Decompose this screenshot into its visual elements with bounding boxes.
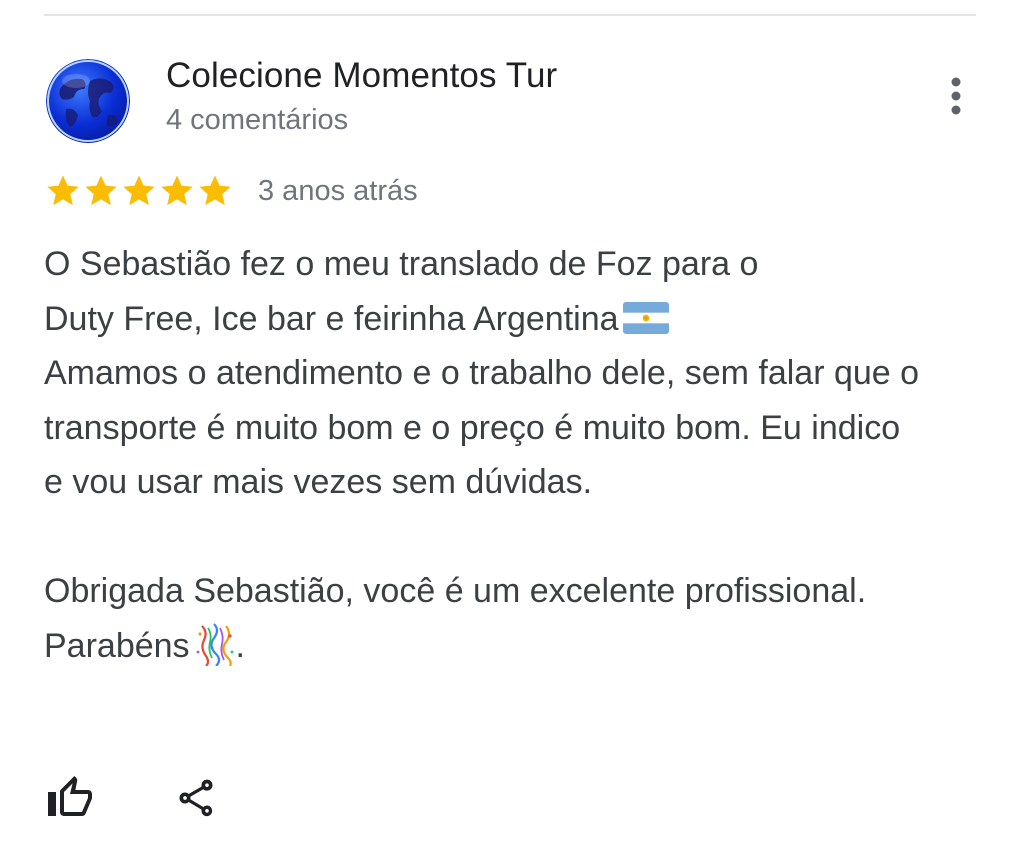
- more-vert-icon: [951, 77, 961, 115]
- star-rating: [44, 172, 234, 210]
- author-avatar[interactable]: [46, 59, 130, 143]
- share-button[interactable]: [168, 770, 224, 826]
- author-name[interactable]: Colecione Momentos Tur: [166, 56, 557, 96]
- more-options-button[interactable]: [930, 70, 982, 122]
- review-line-2: Duty Free, Ice bar e feirinha Argentina: [44, 299, 619, 338]
- thumb-up-icon: [48, 776, 92, 816]
- argentina-flag-emoji: [622, 301, 669, 334]
- review-paragraph-2-end: .: [235, 626, 245, 665]
- top-divider: [44, 14, 976, 16]
- author-review-count: 4 comentários: [166, 104, 349, 136]
- review-line-1: O Sebastião fez o meu translado de Foz p…: [44, 245, 759, 283]
- star-icon: [199, 175, 231, 206]
- star-icon: [123, 175, 155, 206]
- review-paragraph-1: O Sebastião fez o meu translado de Foz p…: [44, 237, 924, 510]
- globe-avatar-icon: [46, 59, 130, 143]
- review-date: 3 anos atrás: [258, 174, 418, 207]
- star-icon: [85, 175, 117, 206]
- review-paragraph-1-rest: Amamos o atendimento e o trabalho dele, …: [44, 354, 920, 501]
- rating-row: 3 anos atrás: [44, 168, 418, 214]
- star-icon: [161, 175, 193, 206]
- confetti-ball-emoji: [196, 622, 233, 666]
- like-button[interactable]: [42, 770, 98, 826]
- share-icon: [179, 779, 213, 817]
- review-paragraph-2: Obrigada Sebastião, você é um excelente …: [44, 564, 924, 673]
- review-text: O Sebastião fez o meu translado de Foz p…: [44, 237, 924, 673]
- star-icon: [47, 175, 79, 206]
- review-paragraph-2-main: Obrigada Sebastião, você é um excelente …: [44, 572, 867, 665]
